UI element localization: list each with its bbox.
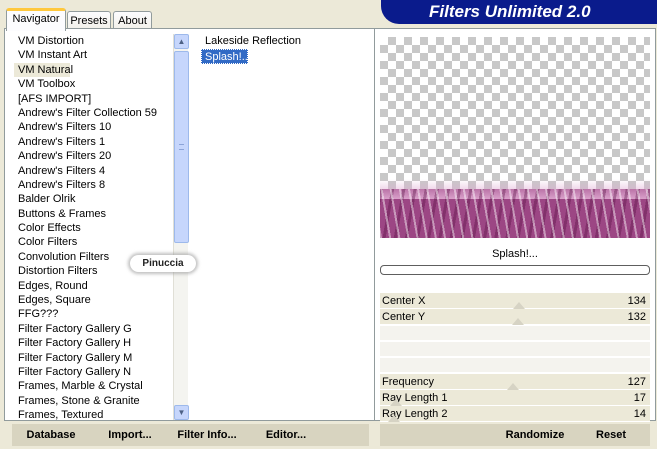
preview-splash-rays [380, 189, 650, 238]
slider-ray-length-2[interactable]: Ray Length 2 14 [380, 406, 650, 422]
list-item[interactable]: Andrew's Filters 1 [14, 135, 172, 149]
tab-navigator[interactable]: Navigator [6, 8, 66, 31]
list-item[interactable]: VM Natural [14, 62, 73, 78]
slider-empty-slot [380, 326, 650, 341]
effect-name-label: Splash!... [492, 248, 538, 260]
slider-thumb[interactable] [507, 383, 519, 390]
slider-thumb[interactable] [513, 302, 525, 309]
database-button[interactable]: Database [22, 424, 80, 446]
progress-bar [380, 265, 650, 275]
list-item[interactable]: Frames, Marble & Crystal [14, 379, 172, 393]
category-list[interactable]: VM Distortion VM Instant Art VM Natural VM … [14, 34, 172, 422]
list-item[interactable]: Andrew's Filters 4 [14, 164, 172, 178]
list-item[interactable]: Edges, Square [14, 293, 172, 307]
list-item[interactable]: Buttons & Frames [14, 207, 172, 221]
list-item[interactable]: Frames, Textured [14, 408, 172, 422]
slider-value: 127 [627, 376, 646, 388]
slider-frequency[interactable]: Frequency 127 [380, 374, 650, 390]
watermark-badge: Pinuccia [130, 255, 196, 272]
chevron-down-icon: ▼ [177, 408, 186, 417]
list-item[interactable]: Andrew's Filters 20 [14, 149, 172, 163]
app-title-banner: Filters Unlimited 2.0 [381, 0, 657, 24]
scroll-up-button[interactable]: ▲ [174, 34, 189, 49]
preview-image [380, 37, 650, 238]
slider-center-x[interactable]: Center X 134 [380, 293, 650, 309]
list-item[interactable]: Filter Factory Gallery G [14, 322, 172, 336]
scroll-down-button[interactable]: ▼ [174, 405, 189, 420]
scroll-thumb[interactable] [174, 51, 189, 243]
slider-value: 14 [633, 408, 646, 420]
slider-label: Center X [382, 295, 426, 307]
chevron-up-icon: ▲ [177, 37, 186, 46]
tab-presets-label: Presets [70, 15, 108, 27]
list-item[interactable]: Frames, Stone & Granite [14, 394, 172, 408]
category-scrollbar[interactable]: ▲ ▼ [173, 34, 189, 420]
filter-info-button[interactable]: Filter Info... [174, 424, 240, 446]
tab-about-label: About [118, 15, 147, 27]
preview-splash-band [380, 179, 650, 238]
list-item[interactable]: Andrew's Filter Collection 59 [14, 106, 172, 120]
reset-button[interactable]: Reset [588, 424, 634, 446]
slider-ray-length-1[interactable]: Ray Length 1 17 [380, 390, 650, 406]
slider-value: 17 [633, 392, 646, 404]
list-item[interactable]: Andrew's Filters 8 [14, 178, 172, 192]
randomize-button[interactable]: Randomize [500, 424, 570, 446]
app-title: Filters Unlimited 2.0 [429, 2, 591, 21]
slider-thumb[interactable] [388, 415, 400, 422]
slider-empty-slot [380, 342, 650, 357]
list-item[interactable]: Filter Factory Gallery N [14, 365, 172, 379]
filter-list[interactable]: Lakeside Reflection Splash!... [201, 34, 361, 74]
list-item[interactable]: VM Instant Art [14, 48, 172, 62]
list-item[interactable]: Filter Factory Gallery H [14, 336, 172, 350]
list-item[interactable]: [AFS IMPORT] [14, 92, 172, 106]
slider-label: Center Y [382, 311, 426, 323]
list-item[interactable]: Edges, Round [14, 279, 172, 293]
tab-navigator-label: Navigator [12, 13, 60, 25]
list-item[interactable]: Color Filters [14, 235, 172, 249]
slider-thumb[interactable] [512, 318, 524, 325]
list-item[interactable]: Color Effects [14, 221, 172, 235]
list-item[interactable]: Andrew's Filters 10 [14, 120, 172, 134]
list-item[interactable]: Filter Factory Gallery M [14, 351, 172, 365]
list-item[interactable]: FFG??? [14, 307, 172, 321]
filter-list-item[interactable]: Lakeside Reflection [201, 34, 361, 49]
slider-center-y[interactable]: Center Y 132 [380, 309, 650, 325]
grip-icon [179, 144, 184, 150]
slider-value: 134 [627, 295, 646, 307]
slider-thumb[interactable] [390, 399, 402, 406]
slider-empty-slot [380, 358, 650, 373]
list-item[interactable]: VM Toolbox [14, 77, 172, 91]
editor-button[interactable]: Editor... [262, 424, 310, 446]
filter-list-item[interactable]: Splash!... [201, 49, 251, 64]
slider-value: 132 [627, 311, 646, 323]
list-item[interactable]: Balder Olrik [14, 192, 172, 206]
list-item[interactable]: VM Distortion [14, 34, 172, 48]
panel-divider [374, 28, 375, 421]
import-button[interactable]: Import... [102, 424, 158, 446]
slider-label: Frequency [382, 376, 434, 388]
